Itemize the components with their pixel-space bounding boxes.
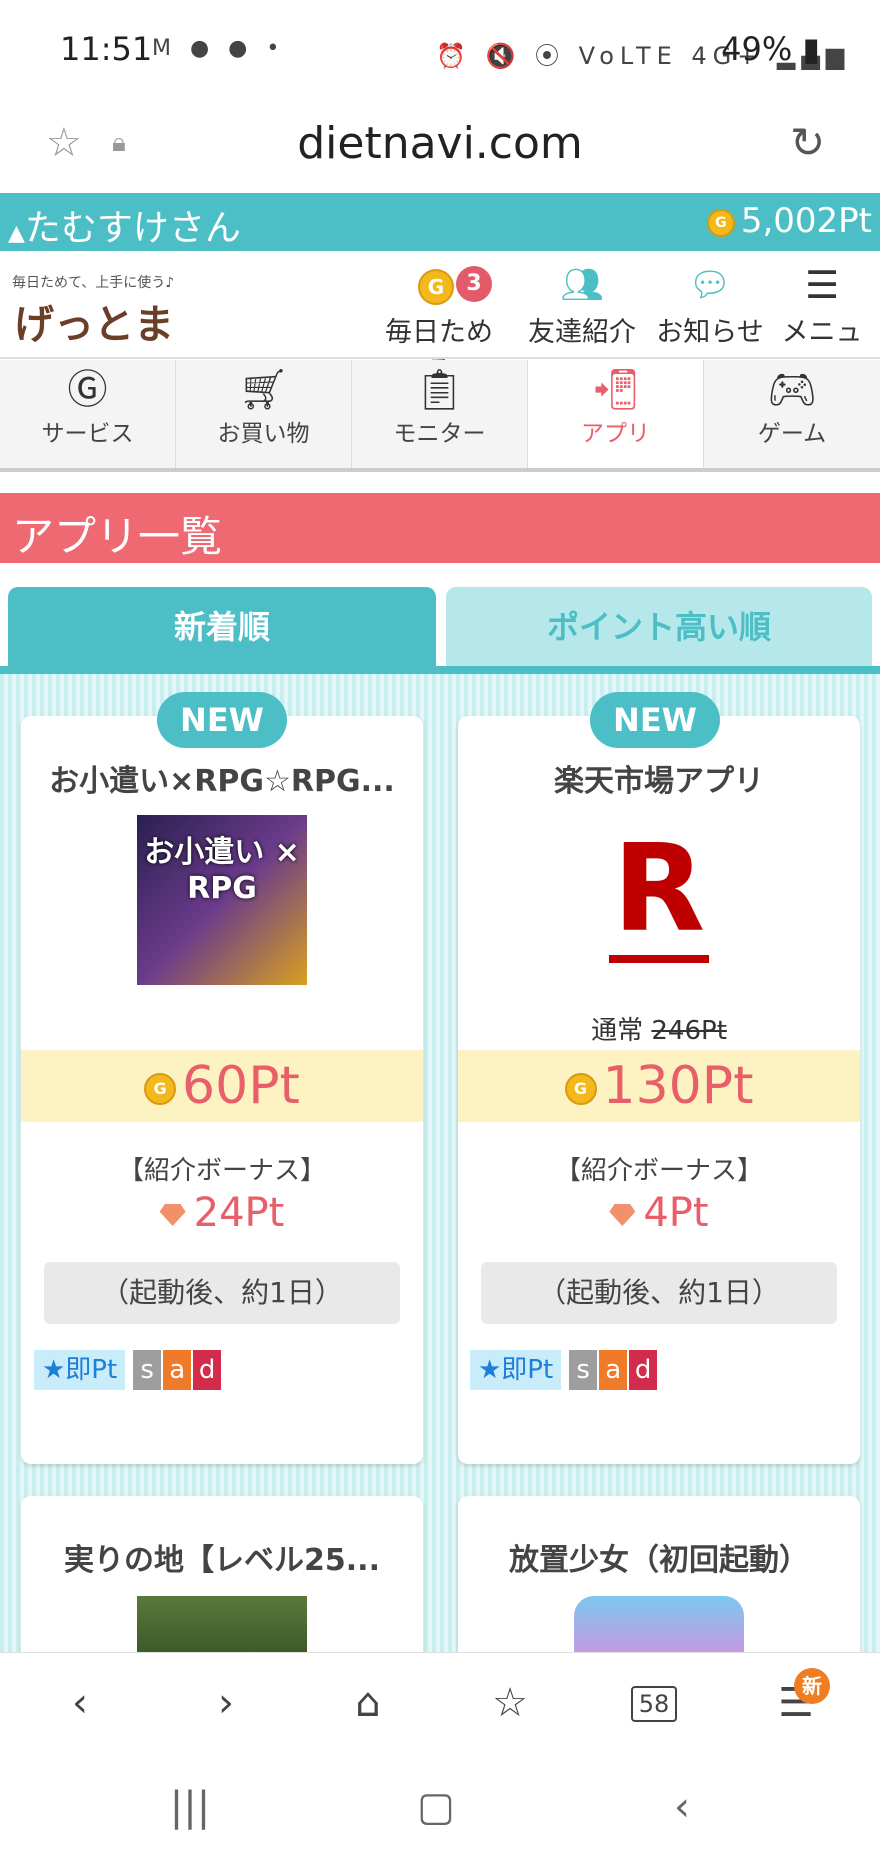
sort-tab-newest[interactable]: 新着順 <box>8 587 436 667</box>
condition-box: （起動後、約1日） <box>44 1262 400 1324</box>
usual-points: 通常 246Pt <box>591 1016 727 1046</box>
site-logo[interactable]: げっとま <box>14 292 174 350</box>
user-points[interactable]: G 5,002Pt <box>706 201 872 241</box>
logo-tagline: 毎日ためて、上手に使う♪ <box>12 275 175 291</box>
header-divider <box>0 357 880 359</box>
tag-s: s <box>569 1350 598 1390</box>
app-title[interactable]: 楽天市場アプリ <box>458 756 860 800</box>
status-time: 11:51 <box>60 30 153 68</box>
bonus-label: 【紹介ボーナス】 <box>117 1156 326 1186</box>
recent-apps-icon[interactable]: ||| <box>150 1784 230 1830</box>
back-icon[interactable]: ‹ <box>40 1680 120 1726</box>
browser-toolbar <box>0 1652 880 1763</box>
daily-badge: 3 <box>456 266 492 302</box>
instant-points-tag: ★即Pt <box>34 1350 126 1390</box>
app-thumbnail[interactable]: R <box>574 815 744 985</box>
person-icon: ▲ <box>8 221 25 246</box>
tag-row: ★即Pt s a d <box>34 1350 222 1390</box>
header-invite-button[interactable]: 👥︎ 友達紹介 <box>520 262 644 349</box>
cart-icon: 🛒︎ <box>238 367 289 413</box>
bonus-label: 【紹介ボーナス】 <box>554 1156 763 1186</box>
tag-row: ★即Pt s a d <box>470 1350 658 1390</box>
speech-bubble-icon: 💬︎ <box>688 265 732 305</box>
app-thumbnail[interactable]: お小遣い × RPG <box>137 815 307 985</box>
phone-download-icon: 📲︎ <box>590 367 641 413</box>
system-back-icon[interactable]: ‹ <box>642 1784 722 1830</box>
g-coin-icon: G <box>706 208 735 237</box>
tag-a: a <box>163 1350 192 1390</box>
bookmarks-icon[interactable]: ☆ <box>470 1680 550 1726</box>
monitor-icon: 📋︎ <box>414 367 465 413</box>
tag-d: d <box>629 1350 658 1390</box>
new-badge: NEW <box>157 692 287 748</box>
category-divider <box>0 468 880 472</box>
category-tab-monitor[interactable]: 📋︎ モニター <box>352 360 529 470</box>
logo-underline <box>609 955 709 963</box>
category-tab-app[interactable]: 📲︎ アプリ <box>528 360 705 470</box>
gem-icon <box>609 1204 636 1226</box>
category-tab-game[interactable]: 🎮︎ ゲーム <box>704 360 880 470</box>
home-icon[interactable]: ⌂ <box>328 1680 408 1726</box>
user-name[interactable]: ▲たむすけさん <box>8 199 241 251</box>
menu-new-badge: 新 <box>794 1668 830 1704</box>
app-title[interactable]: 実りの地【レベル25... <box>21 1535 423 1579</box>
sort-underline <box>0 666 880 674</box>
reload-icon[interactable]: ↻ <box>790 118 825 167</box>
app-thumbnail[interactable] <box>574 1596 744 1652</box>
new-badge: NEW <box>590 692 720 748</box>
g-coin-icon: G <box>564 1073 597 1105</box>
battery-level: 49% ▮ <box>721 30 820 68</box>
thumbnail-text: お小遣い × RPG <box>144 835 300 906</box>
category-tab-service[interactable]: Ⓖ サービス <box>0 360 177 470</box>
url-text[interactable]: dietnavi.com <box>0 118 880 169</box>
tabs-icon[interactable]: 58 <box>614 1686 694 1722</box>
rakuten-logo-icon: R <box>612 820 706 959</box>
points-band: G 130Pt <box>458 1050 860 1122</box>
tag-a: a <box>599 1350 628 1390</box>
instant-points-tag: ★即Pt <box>470 1350 562 1390</box>
header-news-button[interactable]: 💬︎ お知らせ <box>648 262 772 349</box>
g-coin-icon: G <box>144 1073 177 1105</box>
section-title: アプリ一覧 <box>12 512 223 561</box>
hamburger-icon: ☰ <box>804 263 840 307</box>
forward-icon[interactable]: › <box>186 1680 266 1726</box>
points-band: G 60Pt <box>21 1050 423 1122</box>
g-circle-icon: Ⓖ <box>67 367 108 413</box>
section-title-bar: アプリ一覧 <box>0 493 880 563</box>
app-title[interactable]: 放置少女（初回起動） <box>458 1535 860 1579</box>
gem-icon <box>159 1204 186 1226</box>
bonus-points: 4Pt <box>458 1190 860 1236</box>
gamepad-icon: 🎮︎ <box>766 367 818 413</box>
app-title[interactable]: お小遣い×RPG☆RPG... <box>21 756 423 800</box>
category-tab-shopping[interactable]: 🛒︎ お買い物 <box>176 360 353 470</box>
sort-tab-points[interactable]: ポイント高い順 <box>446 587 872 667</box>
friends-icon: 👥︎ <box>560 265 604 305</box>
tag-d: d <box>193 1350 222 1390</box>
home-button-icon[interactable]: ▢ <box>396 1784 476 1830</box>
condition-box: （起動後、約1日） <box>481 1262 837 1324</box>
notification-icons: M ● ● • <box>152 36 286 61</box>
bonus-points: 24Pt <box>21 1190 423 1236</box>
app-thumbnail[interactable] <box>137 1596 307 1652</box>
header-menu-button[interactable]: ☰ メニュ <box>760 262 880 349</box>
tag-s: s <box>133 1350 162 1390</box>
